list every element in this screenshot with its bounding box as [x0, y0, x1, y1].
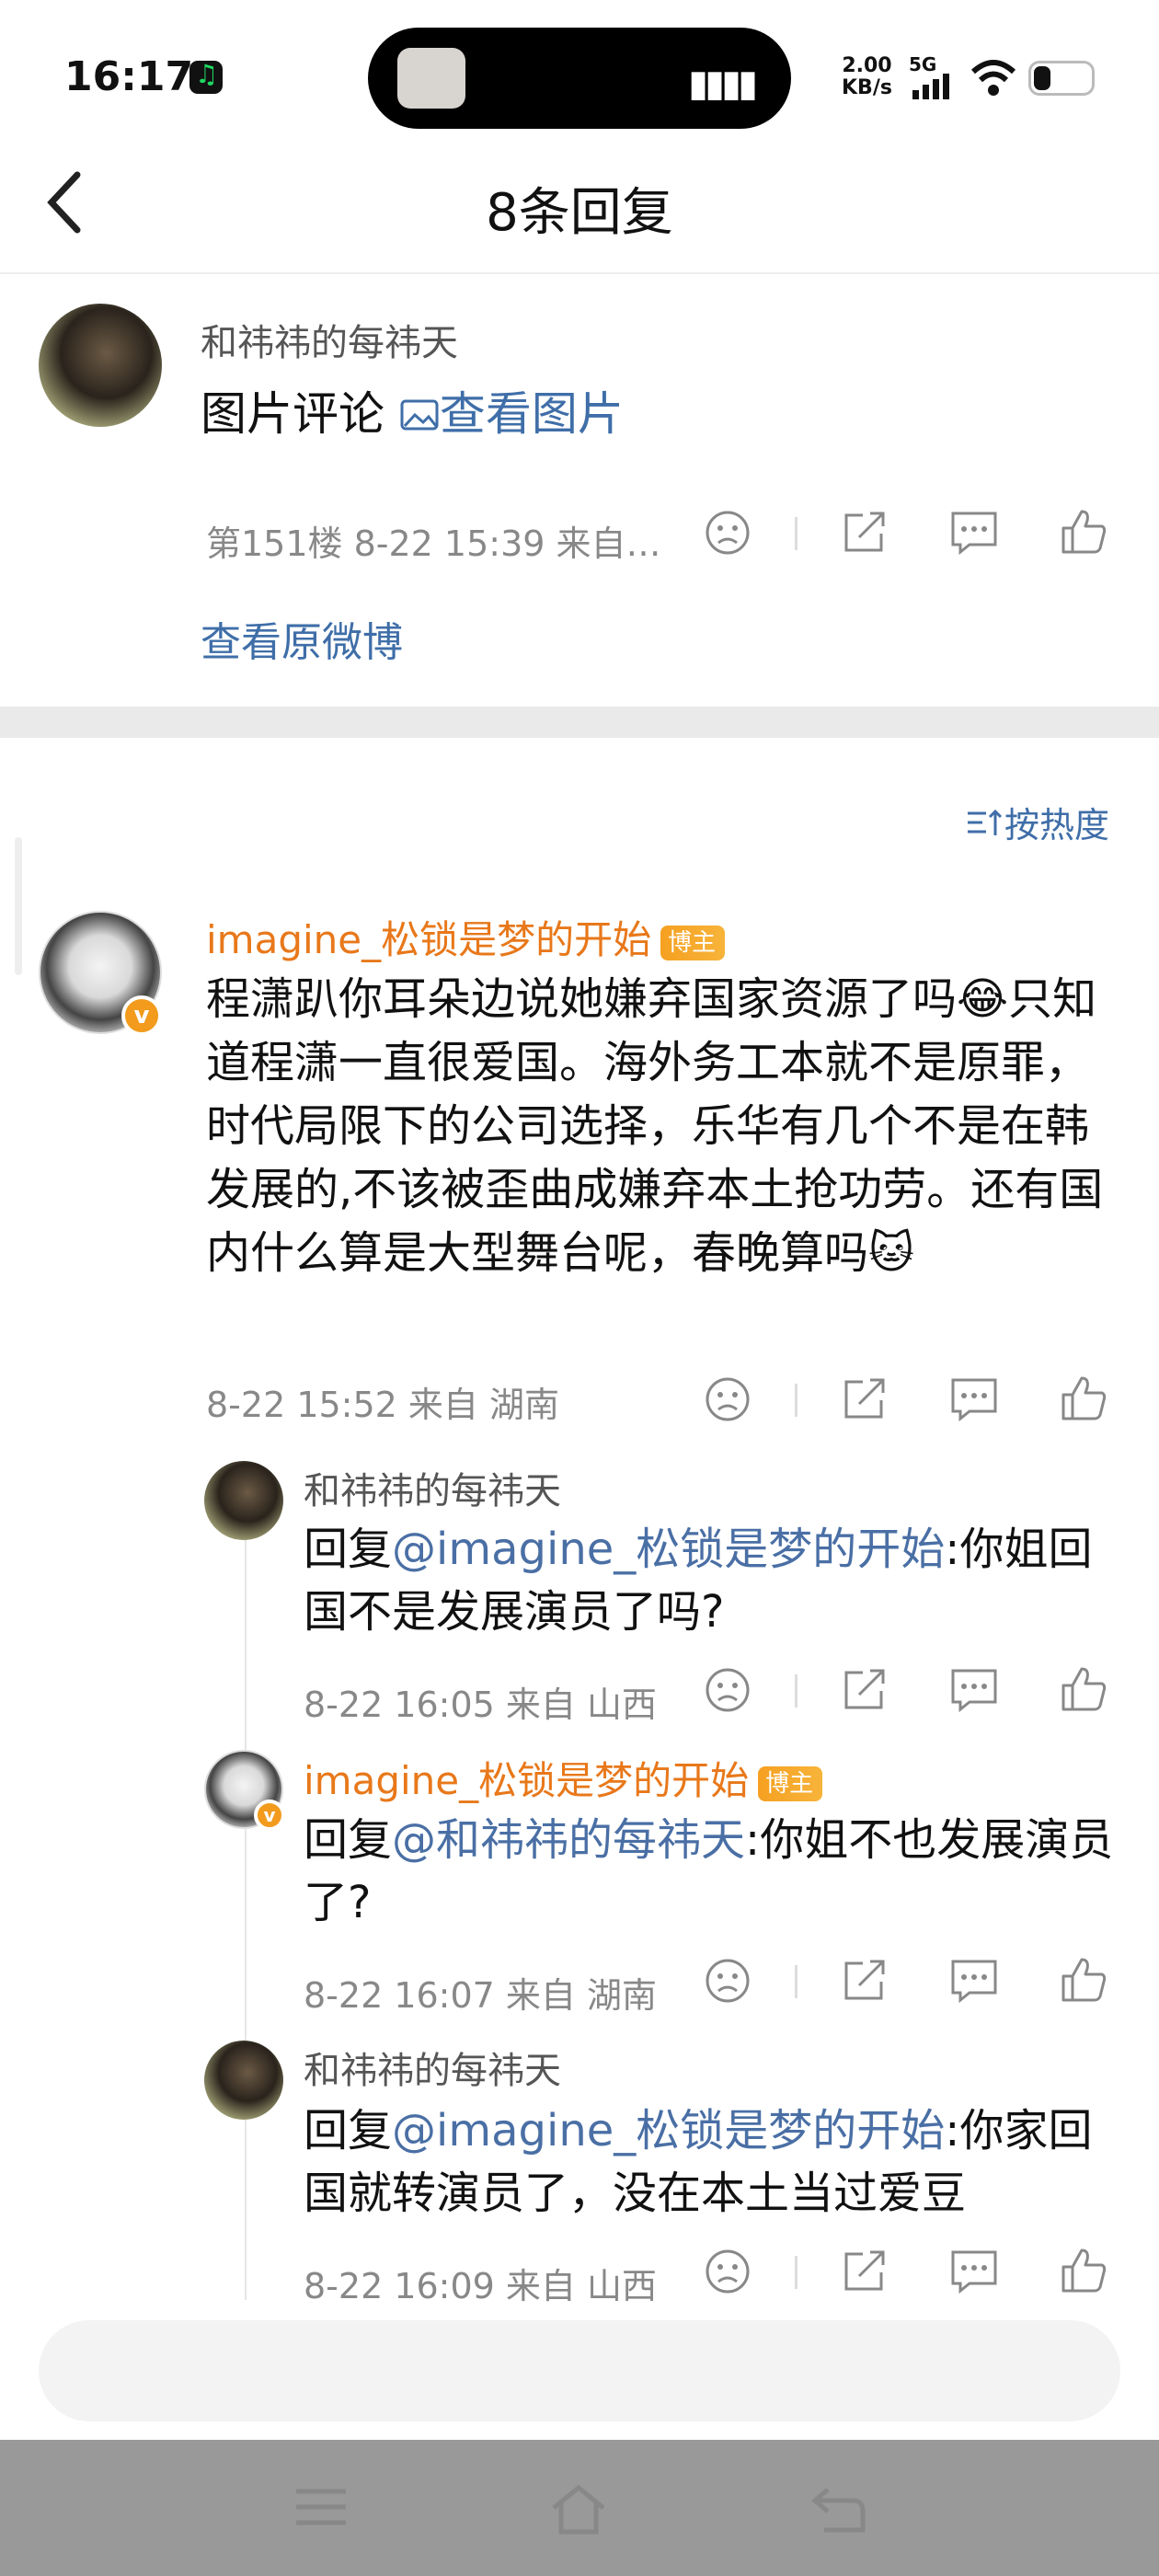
reply-input[interactable]: [39, 2320, 1120, 2421]
comment-meta: 第151楼 8-22 15:39 来自…: [206, 523, 661, 564]
share-button[interactable]: [839, 2247, 890, 2296]
like-icon: [1061, 1667, 1107, 1711]
home-icon[interactable]: [548, 2484, 609, 2536]
comment-meta: 8-22 15:52 来自 湖南: [206, 1385, 559, 1425]
username[interactable]: 和祎祎的每祎天: [201, 313, 458, 366]
media-thumbnail: [397, 48, 465, 109]
comment-icon: [951, 2250, 997, 2294]
battery-icon: [1028, 61, 1095, 96]
reply-text: 回复@和祎祎的每祎天:你姐不也发展演员了?: [304, 1814, 1114, 1928]
net-speed-unit: KB/s: [842, 76, 892, 99]
view-image-link[interactable]: 查看图片: [399, 387, 624, 441]
blogger-badge: 博主: [758, 1765, 823, 1801]
like-button[interactable]: [1058, 1373, 1109, 1424]
username[interactable]: imagine_松锁是梦的开始 博主: [206, 909, 726, 965]
comment-button[interactable]: [947, 508, 1001, 558]
section-divider: [0, 707, 1159, 738]
comment-text: 程潇趴你耳朵边说她嫌弃国家资源了吗😂只知道程潇一直很爱国。海外务工本就不是原罪，…: [206, 973, 1104, 1279]
verified-badge-icon: v: [254, 1800, 285, 1831]
image-icon: [400, 399, 439, 431]
like-button[interactable]: [1058, 1663, 1109, 1715]
status-time: 16:17: [64, 53, 194, 100]
reply-meta: 8-22 16:07 来自 湖南: [304, 1975, 657, 2016]
share-button[interactable]: [839, 508, 890, 558]
share-icon: [844, 1960, 885, 2000]
share-button[interactable]: [839, 1374, 890, 1424]
unhappy-icon: [706, 1668, 750, 1712]
avatar[interactable]: [204, 2041, 283, 2120]
menu-icon[interactable]: [293, 2484, 350, 2530]
view-original-weibo-link[interactable]: 查看原微博: [201, 609, 403, 668]
return-icon[interactable]: [809, 2484, 866, 2536]
audio-wave-icon: ▮▮▮▮: [687, 63, 758, 105]
reply-meta: 8-22 16:05 来自 山西: [304, 1685, 657, 1725]
unhappy-button[interactable]: [703, 1374, 752, 1424]
wifi-icon: [970, 60, 1016, 96]
unhappy-icon: [706, 2249, 750, 2294]
net-speed-value: 2.00: [842, 54, 892, 77]
verified-badge-icon: v: [121, 995, 162, 1036]
action-divider: [795, 1674, 798, 1708]
comment-button[interactable]: [947, 2247, 1001, 2296]
action-divider: [795, 1965, 798, 1998]
action-divider: [795, 517, 798, 550]
sort-icon: [967, 809, 1003, 835]
reply-text: 回复@imagine_松锁是梦的开始:你姐回国不是发展演员了吗?: [304, 1524, 1093, 1638]
avatar[interactable]: [204, 1461, 283, 1540]
mention-link[interactable]: @和祎祎的每祎天: [392, 1814, 745, 1866]
mention-link[interactable]: @imagine_松锁是梦的开始: [392, 1524, 945, 1575]
thread-line: [245, 1518, 247, 2300]
like-button[interactable]: [1058, 2245, 1109, 2296]
page-title: 8条回复: [486, 183, 673, 243]
reply-username[interactable]: 和祎祎的每祎天: [304, 2041, 561, 2094]
unhappy-button[interactable]: [703, 1956, 752, 2006]
share-icon: [844, 2250, 885, 2291]
share-icon: [844, 512, 885, 552]
share-icon: [844, 1378, 885, 1419]
like-icon: [1061, 510, 1107, 554]
comment-button[interactable]: [947, 1956, 1001, 2006]
like-icon: [1061, 2248, 1107, 2293]
reply-text: 回复@imagine_松锁是梦的开始:你家回国就转演员了，没在本土当过爱豆: [304, 2105, 1093, 2219]
signal-icon: [912, 74, 949, 99]
unhappy-button[interactable]: [703, 508, 752, 558]
comment-button[interactable]: [947, 1665, 1001, 1715]
like-button[interactable]: [1058, 1954, 1109, 2006]
unhappy-icon: [706, 1377, 750, 1421]
share-icon: [844, 1669, 885, 1709]
comment-text: 图片评论 查看图片: [201, 377, 624, 443]
reply-username[interactable]: 和祎祎的每祎天: [304, 1461, 561, 1514]
comment-icon: [951, 1378, 997, 1422]
blogger-badge: 博主: [660, 925, 726, 960]
share-button[interactable]: [839, 1956, 890, 2006]
scroll-indicator: [15, 837, 22, 975]
share-button[interactable]: [839, 1665, 890, 1715]
action-divider: [795, 1384, 798, 1417]
unhappy-icon: [706, 1959, 750, 2003]
sort-by-hot-button[interactable]: 按热度: [964, 797, 1109, 847]
dynamic-island[interactable]: ▮▮▮▮: [368, 28, 791, 129]
comment-button[interactable]: [947, 1374, 1001, 1424]
like-button[interactable]: [1058, 506, 1109, 558]
unhappy-icon: [706, 511, 750, 555]
net-speed: 2.00 KB/s: [842, 55, 892, 99]
header-divider: [0, 272, 1159, 274]
comment-label: 图片评论: [201, 387, 384, 441]
comment-icon: [951, 1669, 997, 1713]
comment-icon: [951, 1960, 997, 2004]
like-icon: [1061, 1958, 1107, 2002]
mention-link[interactable]: @imagine_松锁是梦的开始: [392, 2105, 945, 2156]
action-divider: [795, 2256, 798, 2289]
unhappy-button[interactable]: [703, 1665, 752, 1715]
music-app-icon: [189, 59, 223, 94]
like-icon: [1061, 1376, 1107, 1420]
reply-meta: 8-22 16:09 来自 山西: [304, 2266, 657, 2306]
reply-username[interactable]: imagine_松锁是梦的开始 博主: [304, 1750, 823, 1806]
unhappy-button[interactable]: [703, 2247, 752, 2296]
avatar[interactable]: [39, 304, 162, 427]
comment-icon: [951, 512, 997, 556]
